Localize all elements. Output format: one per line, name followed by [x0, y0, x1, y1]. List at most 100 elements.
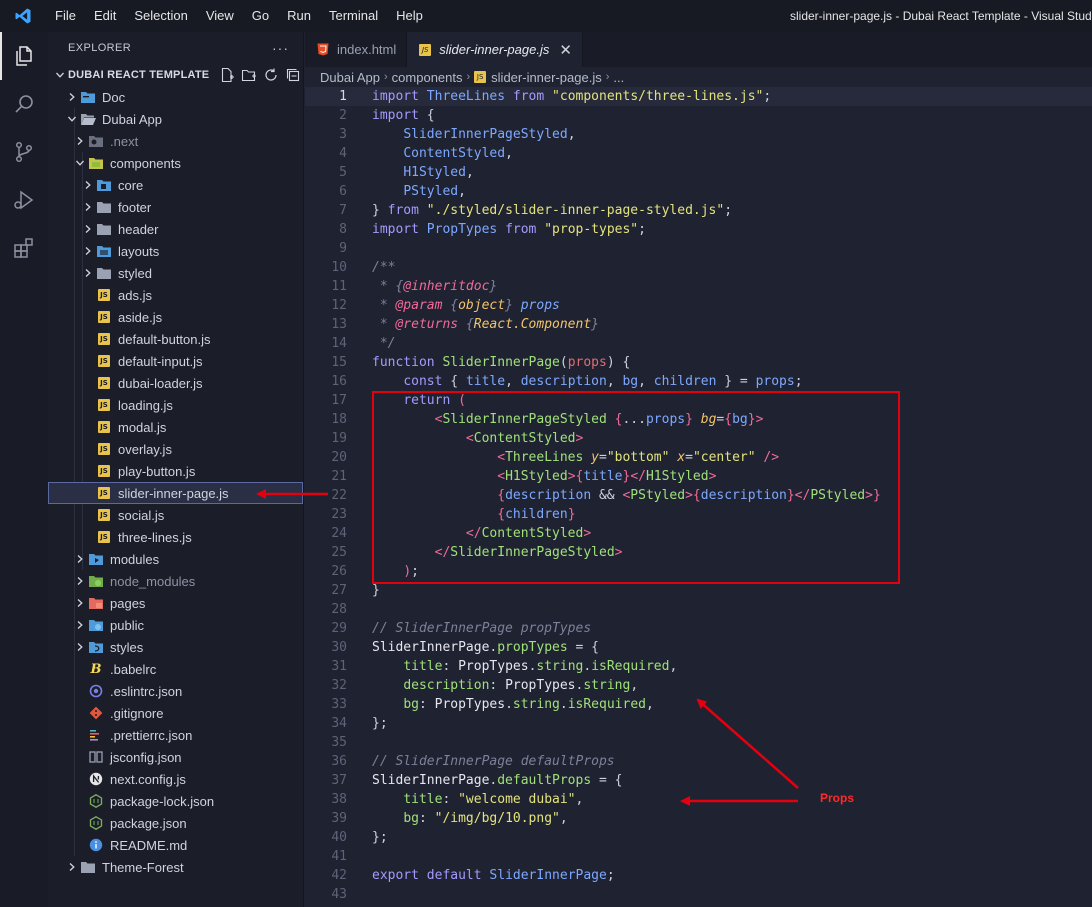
chevron-right-icon [72, 136, 88, 146]
tab-label: slider-inner-page.js [439, 42, 550, 57]
menu-help[interactable]: Help [387, 0, 432, 32]
tree-folder-next[interactable]: .next [48, 130, 303, 152]
tree-file-readme[interactable]: README.md [48, 834, 303, 856]
more-actions-icon[interactable]: ··· [272, 40, 289, 56]
tree-file-babelrc[interactable]: B .babelrc [48, 658, 303, 680]
js-file-icon: JS [96, 331, 112, 347]
breadcrumb-item[interactable]: slider-inner-page.js [491, 70, 602, 85]
tree-folder-node-modules[interactable]: node_modules [48, 570, 303, 592]
tree-folder-layouts[interactable]: layouts [48, 240, 303, 262]
tree-file-aside[interactable]: JS aside.js [48, 306, 303, 328]
line-number: 13 [331, 317, 347, 332]
tree-file-social[interactable]: JS social.js [48, 504, 303, 526]
tree-file-play-button[interactable]: JS play-button.js [48, 460, 303, 482]
tree-file-loading[interactable]: JS loading.js [48, 394, 303, 416]
tree-file-dubai-loader[interactable]: JS dubai-loader.js [48, 372, 303, 394]
tree-file-package[interactable]: package.json [48, 812, 303, 834]
menu-selection[interactable]: Selection [125, 0, 196, 32]
prettier-icon [88, 727, 104, 743]
line-number: 7 [339, 203, 347, 218]
code-line: 13 * @returns {React.Component} [305, 315, 1092, 334]
line-number: 33 [331, 697, 347, 712]
menu-view[interactable]: View [197, 0, 243, 32]
tree-label: modal.js [118, 419, 167, 435]
tree-folder-dubai-app[interactable]: Dubai App [48, 108, 303, 130]
js-file-icon: JS [96, 419, 112, 435]
code-line: 40}; [305, 828, 1092, 847]
chevron-down-icon [72, 158, 88, 168]
tree-file-three-lines[interactable]: JS three-lines.js [48, 526, 303, 548]
tree-file-package-lock[interactable]: package-lock.json [48, 790, 303, 812]
code-line: 1 import ThreeLines from "components/thre… [305, 87, 1092, 106]
js-file-icon: JS [474, 71, 487, 83]
run-debug-icon[interactable] [0, 176, 48, 224]
tree-file-default-input[interactable]: JS default-input.js [48, 350, 303, 372]
tree-label: footer [118, 199, 152, 215]
jsconfig-icon [88, 749, 104, 765]
tree-folder-modules[interactable]: modules [48, 548, 303, 570]
nextjs-icon [88, 771, 104, 787]
collapse-all-icon[interactable] [285, 67, 301, 83]
tree-label: .babelrc [110, 661, 157, 677]
tree-file-eslintrc[interactable]: .eslintrc.json [48, 680, 303, 702]
tree-folder-core[interactable]: core [48, 174, 303, 196]
tree-folder-pages[interactable]: pages [48, 592, 303, 614]
chevron-right-icon [72, 598, 88, 608]
breadcrumb-item[interactable]: components [392, 70, 463, 85]
breadcrumb-item[interactable]: Dubai App [320, 70, 380, 85]
chevron-right-icon: › [605, 71, 610, 83]
tree-label: package.json [110, 815, 187, 831]
tree-file-ads[interactable]: JS ads.js [48, 284, 303, 306]
menu-go[interactable]: Go [243, 0, 278, 32]
file-tree: Doc Dubai App .next components core foot… [48, 86, 303, 878]
tree-file-next-config[interactable]: next.config.js [48, 768, 303, 790]
line-number: 42 [331, 868, 347, 883]
tree-file-prettierrc[interactable]: .prettierrc.json [48, 724, 303, 746]
tree-folder-styles[interactable]: styles [48, 636, 303, 658]
tree-folder-header[interactable]: header [48, 218, 303, 240]
tree-file-jsconfig[interactable]: jsconfig.json [48, 746, 303, 768]
babel-icon: B [90, 661, 102, 677]
tree-folder-public[interactable]: public [48, 614, 303, 636]
tree-folder-doc[interactable]: Doc [48, 86, 303, 108]
source-control-icon[interactable] [0, 128, 48, 176]
extensions-icon[interactable] [0, 224, 48, 272]
tree-file-modal[interactable]: JS modal.js [48, 416, 303, 438]
tab-slider-inner-page[interactable]: JS slider-inner-page.js ✕ [407, 32, 583, 67]
project-header[interactable]: DUBAI REACT TEMPLATE [48, 64, 303, 86]
code-line: 39 bg: "/img/bg/10.png", [305, 809, 1092, 828]
tree-file-default-button[interactable]: JS default-button.js [48, 328, 303, 350]
tree-folder-footer[interactable]: footer [48, 196, 303, 218]
menu-file[interactable]: File [46, 0, 85, 32]
tree-file-slider-inner-page[interactable]: JS slider-inner-page.js [48, 482, 303, 504]
refresh-icon[interactable] [263, 67, 279, 83]
menu-terminal[interactable]: Terminal [320, 0, 387, 32]
js-file-icon: JS [96, 485, 112, 501]
tree-folder-components[interactable]: components [48, 152, 303, 174]
tree-folder-theme-forest[interactable]: Theme-Forest [48, 856, 303, 878]
tree-label: header [118, 221, 159, 237]
new-folder-icon[interactable] [241, 67, 257, 83]
close-icon[interactable]: ✕ [559, 41, 572, 59]
tree-folder-styled[interactable]: styled [48, 262, 303, 284]
explorer-icon[interactable] [0, 32, 48, 80]
line-number: 21 [331, 469, 347, 484]
folder-public-icon [88, 617, 104, 633]
search-icon[interactable] [0, 80, 48, 128]
breadcrumb-item[interactable]: ... [613, 70, 624, 85]
menu-run[interactable]: Run [278, 0, 320, 32]
line-number: 34 [331, 716, 347, 731]
line-number: 17 [331, 393, 347, 408]
chevron-right-icon [64, 92, 80, 102]
chevron-right-icon [80, 268, 96, 278]
menu-edit[interactable]: Edit [85, 0, 125, 32]
new-file-icon[interactable] [219, 67, 235, 83]
code-line: 16 const { title, description, bg, child… [305, 372, 1092, 391]
tree-label: node_modules [110, 573, 196, 589]
tree-file-overlay[interactable]: JS overlay.js [48, 438, 303, 460]
tree-file-gitignore[interactable]: .gitignore [48, 702, 303, 724]
tab-index-html[interactable]: index.html [305, 32, 408, 67]
line-number: 29 [331, 621, 347, 636]
folder-pages-icon [88, 595, 104, 611]
line-number: 18 [331, 412, 347, 427]
